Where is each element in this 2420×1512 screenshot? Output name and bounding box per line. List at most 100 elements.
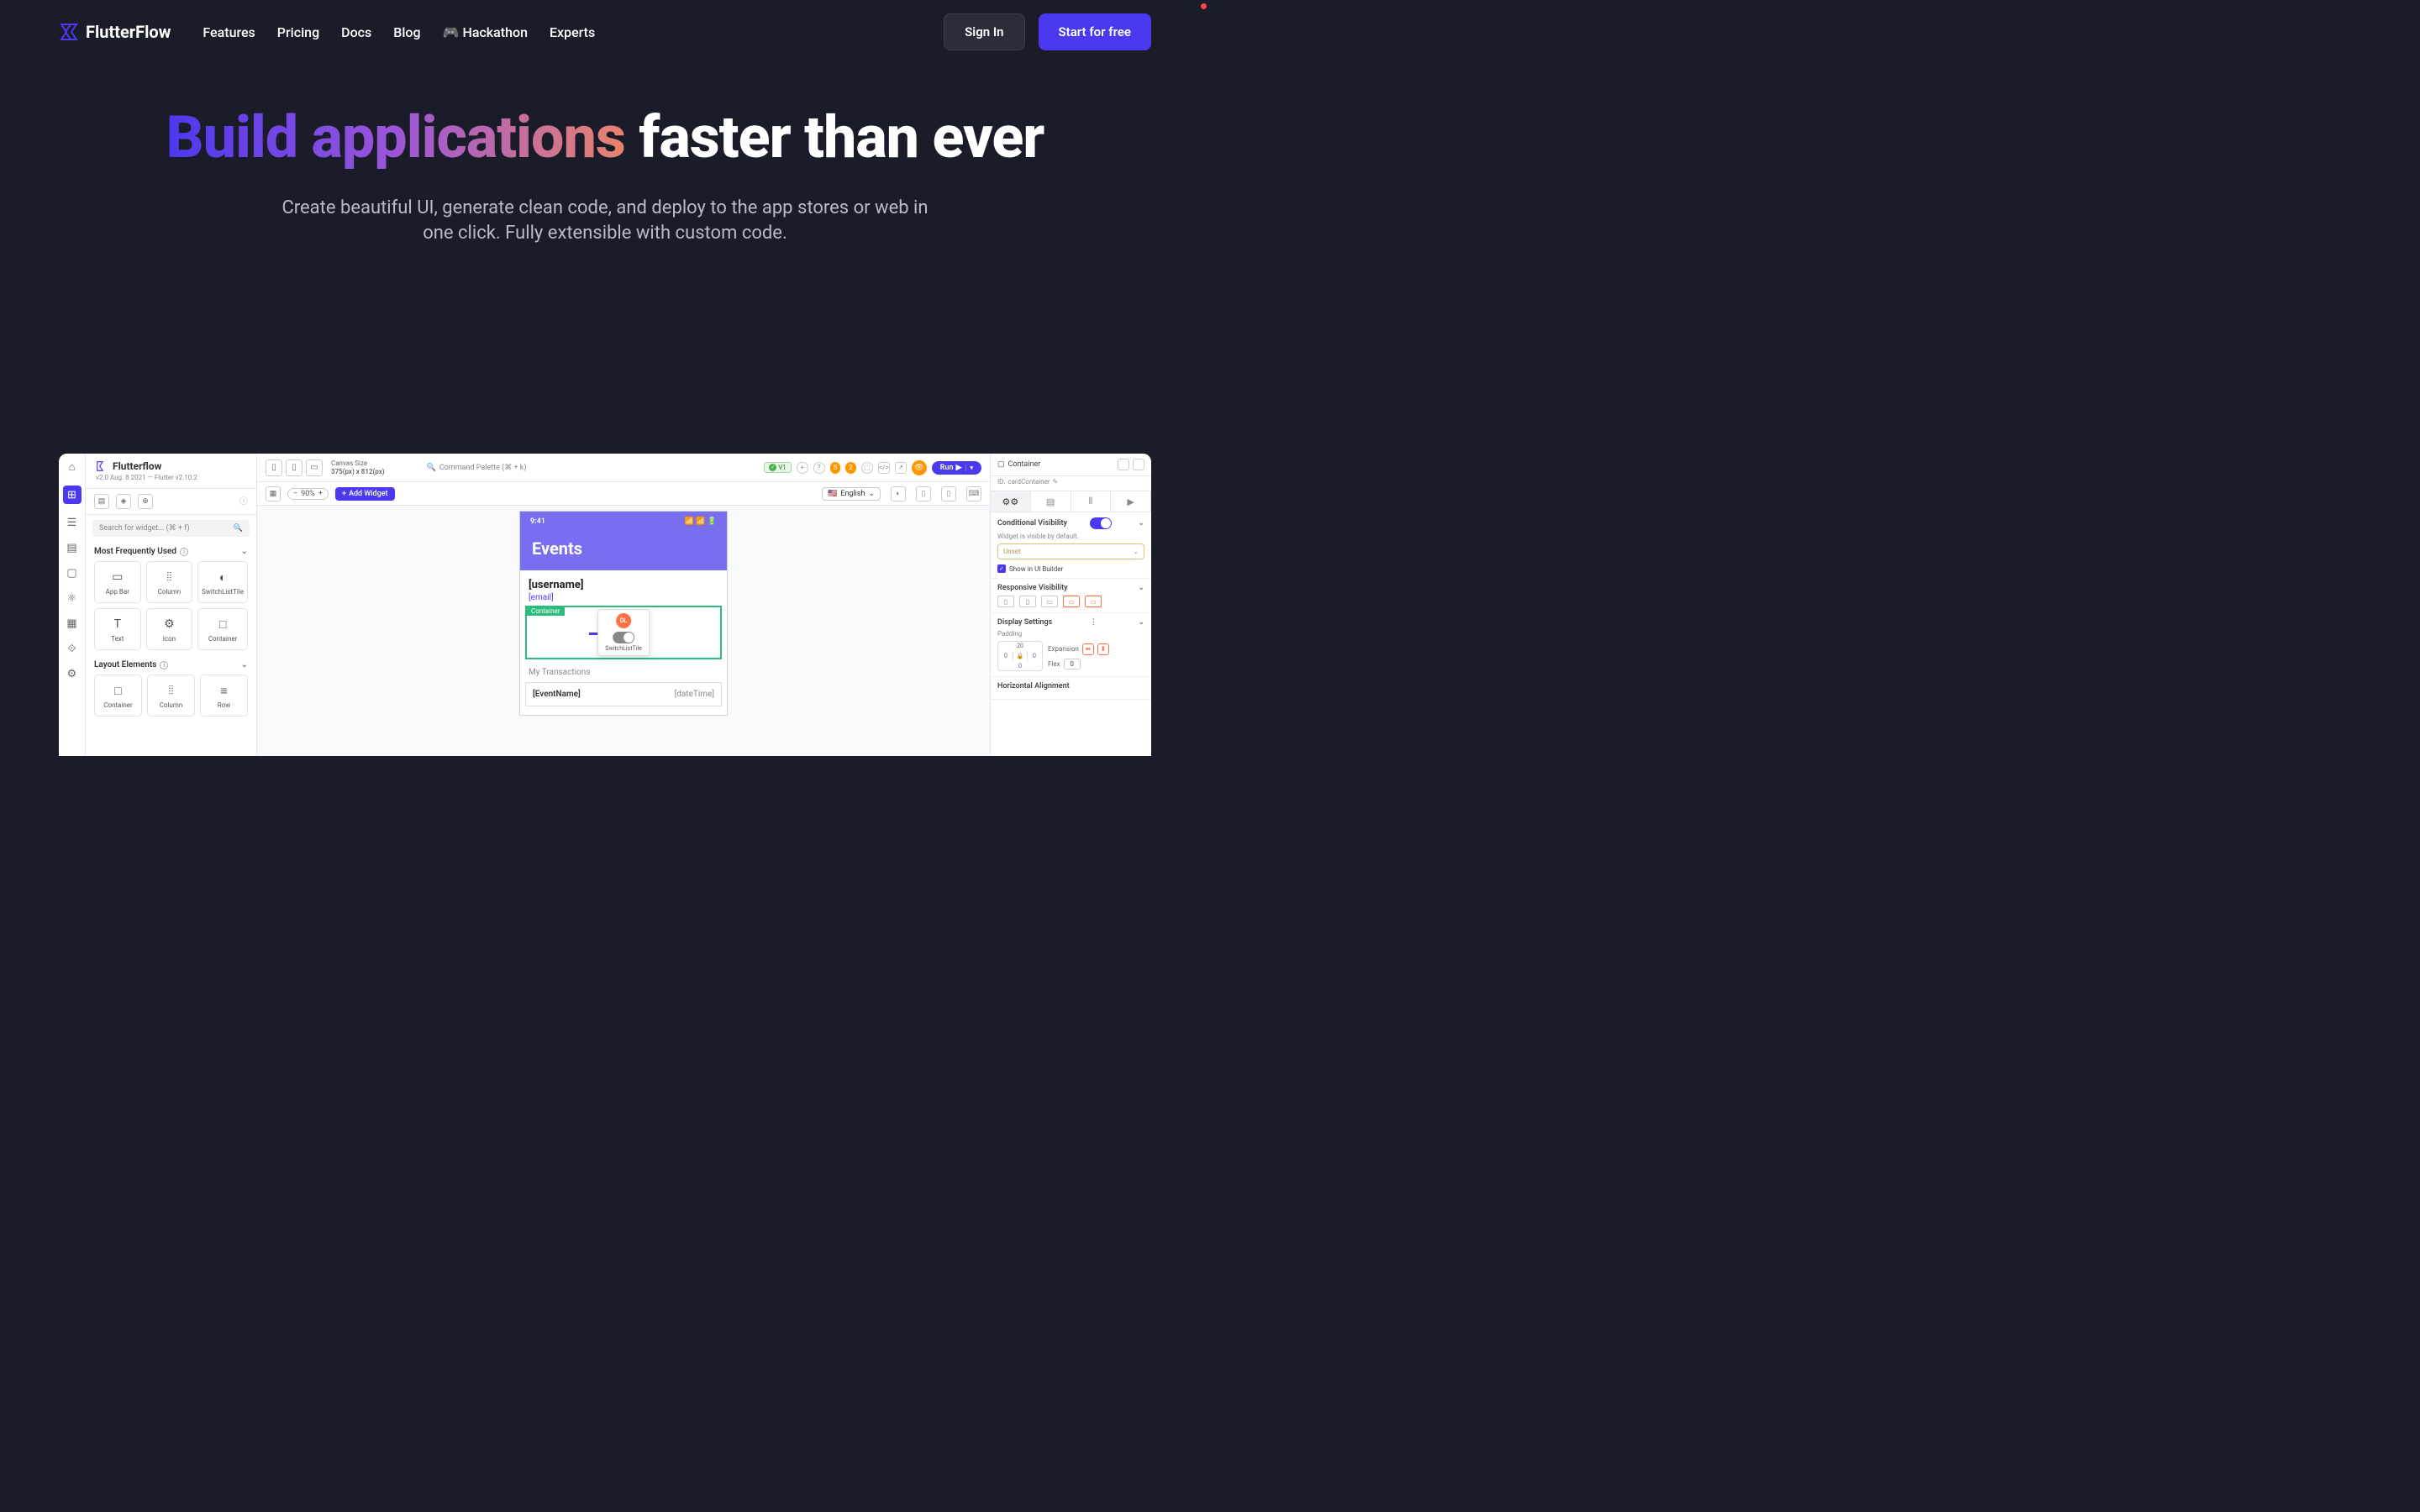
device-tablet[interactable]: ▯ xyxy=(286,459,302,476)
right-tab-layout[interactable]: ▤ xyxy=(1031,491,1071,512)
start-free-button[interactable]: Start for free xyxy=(1039,13,1151,50)
nav-right: Sign In Start for free xyxy=(944,13,1151,50)
toolbar-keyboard-icon[interactable]: ⌨ xyxy=(966,486,981,501)
topbar-badge-b[interactable]: 2 xyxy=(845,462,856,474)
display-header[interactable]: Display Settings ⋮ ⌄ xyxy=(997,618,1144,627)
left-tab-1[interactable]: ▤ xyxy=(94,494,109,509)
version-tag[interactable]: V1 xyxy=(764,462,792,473)
flex-value[interactable]: 0 xyxy=(1064,659,1081,669)
drag-preview-switchlisttile[interactable]: DL SwitchListTile xyxy=(597,609,650,656)
pad-bottom: 0 xyxy=(998,662,1042,670)
cond-vis-header[interactable]: Conditional Visibility ⌄ xyxy=(997,517,1144,529)
resp-phone-l[interactable]: ▯ xyxy=(1019,596,1036,607)
nav-docs[interactable]: Docs xyxy=(341,24,371,40)
command-palette[interactable]: 🔍 Command Palette (⌘ + k) xyxy=(427,464,527,472)
device-desktop[interactable]: ▭ xyxy=(306,459,323,476)
app-icon-rail: ⌂ ⊞ ☰ ▤ ▢ ⚛ ▦ ⟐ ⚙ xyxy=(59,454,86,756)
rail-assets-icon[interactable]: ▦ xyxy=(66,617,79,630)
topbar-code-icon[interactable]: </> xyxy=(878,462,890,474)
nav-hackathon[interactable]: 🎮 Hackathon xyxy=(443,24,528,40)
phone-statusbar: 9:41 📶 📶 🔋 xyxy=(520,512,727,532)
device-phone[interactable]: ▯ xyxy=(266,459,282,476)
run-button[interactable]: Run ▶▾ xyxy=(932,461,981,475)
padding-box[interactable]: 20 0🔒0 0 xyxy=(997,641,1043,671)
widget-column[interactable]: ⦙⦙Column xyxy=(146,561,193,603)
topbar-open-icon[interactable]: ↗ xyxy=(895,462,907,474)
language-selector[interactable]: 🇺🇸 English ⌄ xyxy=(822,487,881,501)
nav-experts[interactable]: Experts xyxy=(550,24,595,40)
expansion-h[interactable]: ⬌ xyxy=(1082,643,1094,655)
widget-search[interactable]: Search for widget... (⌘ + f) 🔍 xyxy=(92,520,250,537)
signin-button[interactable]: Sign In xyxy=(944,13,1024,50)
nav-blog[interactable]: Blog xyxy=(393,24,420,40)
widget-row[interactable]: ≡Row xyxy=(200,675,248,717)
brand-logo[interactable]: FlutterFlow xyxy=(59,22,171,42)
phone-preview[interactable]: 9:41 📶 📶 🔋 Events [username] [email] Con… xyxy=(519,511,728,716)
phone-my-transactions: My Transactions xyxy=(525,668,722,677)
diamond-icon[interactable] xyxy=(1118,459,1129,470)
search-icon: 🔍 xyxy=(234,524,243,533)
toolbar-tablet-icon[interactable]: ▯ xyxy=(916,486,931,501)
rail-page-icon[interactable]: ▢ xyxy=(66,566,79,580)
widget-container[interactable]: □Container xyxy=(197,608,248,650)
copy-icon[interactable] xyxy=(1133,459,1144,470)
section-layout-title: Layout Elements xyxy=(94,660,156,669)
zoom-control[interactable]: −90%+ xyxy=(287,488,329,500)
right-tab-anim[interactable]: ▶ xyxy=(1111,491,1151,512)
topbar-badge-a[interactable]: 5 xyxy=(830,462,841,474)
section-layout-header[interactable]: Layout Elements i ⌄ xyxy=(94,660,248,669)
resp-phone[interactable]: ▯ xyxy=(997,596,1014,607)
resp-vis-header[interactable]: Responsive Visibility ⌄ xyxy=(997,584,1144,592)
expansion-v[interactable]: ⬍ xyxy=(1097,643,1109,655)
phone-container-selected[interactable]: Container DL SwitchListTile xyxy=(525,606,722,659)
toolbar-phone-icon[interactable]: ▯ xyxy=(941,486,956,501)
rail-settings-icon[interactable]: ⚙ xyxy=(66,667,79,680)
toolbar-darkmode-icon[interactable]: ◐ xyxy=(891,486,906,501)
widget-container[interactable]: □Container xyxy=(94,675,142,717)
pad-left: 0 xyxy=(999,651,1013,661)
resp-tablet-l[interactable]: ▭ xyxy=(1063,596,1080,607)
pad-right: 0 xyxy=(1028,651,1041,661)
widget-switchlisttile[interactable]: ◐SwitchListTile xyxy=(197,561,248,603)
left-tab-info-icon[interactable]: ⓘ xyxy=(239,494,248,509)
rail-theme-icon[interactable]: ⟐ xyxy=(66,642,79,655)
rail-api-icon[interactable]: ⚛ xyxy=(66,591,79,605)
widget-app-bar[interactable]: ▭App Bar xyxy=(94,561,141,603)
right-tab-actions[interactable]: ⦀ xyxy=(1071,491,1112,512)
left-tab-2[interactable]: ◈ xyxy=(116,494,131,509)
nav-features[interactable]: Features xyxy=(203,24,255,40)
left-tab-3[interactable]: ⊕ xyxy=(138,494,153,509)
rail-tree-icon[interactable]: ☰ xyxy=(66,516,79,529)
nav-pricing[interactable]: Pricing xyxy=(277,24,319,40)
cond-vis-toggle[interactable] xyxy=(1090,517,1112,529)
canvas-size-label: Canvas Size xyxy=(331,459,385,468)
resp-tablet[interactable]: ▭ xyxy=(1041,596,1058,607)
widget-id-value: cardContainer xyxy=(1007,478,1050,486)
hero-subtitle: Create beautiful UI, generate clean code… xyxy=(265,196,945,248)
section-frequent: Most Frequently Used i ⌄ ▭App Bar⦙⦙Colum… xyxy=(86,542,256,655)
topbar-help-icon[interactable]: ? xyxy=(813,462,825,474)
chevron-down-icon: ⌄ xyxy=(1138,584,1144,592)
right-tab-props[interactable]: ⚙⚙ xyxy=(991,491,1031,512)
halign-header[interactable]: Horizontal Alignment xyxy=(997,682,1144,690)
hero-heading-gradient: Build applications xyxy=(166,103,625,172)
widget-text[interactable]: TText xyxy=(94,608,141,650)
toolbar-grid-icon[interactable]: ▦ xyxy=(266,486,281,501)
phone-event-row: [EventName] [dateTime] xyxy=(525,682,722,706)
edit-icon[interactable]: ✎ xyxy=(1053,478,1059,486)
topbar-bug-icon[interactable]: ⬚ xyxy=(861,462,873,474)
add-widget-button[interactable]: +Add Widget xyxy=(335,487,395,501)
chevron-down-icon: ⌄ xyxy=(241,547,248,556)
cond-vis-select[interactable]: Unset⌄ xyxy=(997,543,1144,559)
widget-column[interactable]: ⦙⦙Column xyxy=(147,675,195,717)
widget-icon[interactable]: ⚙Icon xyxy=(146,608,193,650)
resp-desktop[interactable]: ▭ xyxy=(1085,596,1102,607)
rail-home-icon[interactable]: ⌂ xyxy=(66,460,79,474)
section-frequent-header[interactable]: Most Frequently Used i ⌄ xyxy=(94,547,248,556)
topbar-preview-icon[interactable]: 👁 xyxy=(912,460,927,475)
show-in-builder-check[interactable]: ✓ Show in UI Builder xyxy=(997,564,1144,573)
flutterflow-icon xyxy=(59,22,79,42)
rail-db-icon[interactable]: ▤ xyxy=(66,541,79,554)
topbar-plus-icon[interactable]: + xyxy=(797,462,808,474)
rail-widgets-icon[interactable]: ⊞ xyxy=(63,486,82,504)
